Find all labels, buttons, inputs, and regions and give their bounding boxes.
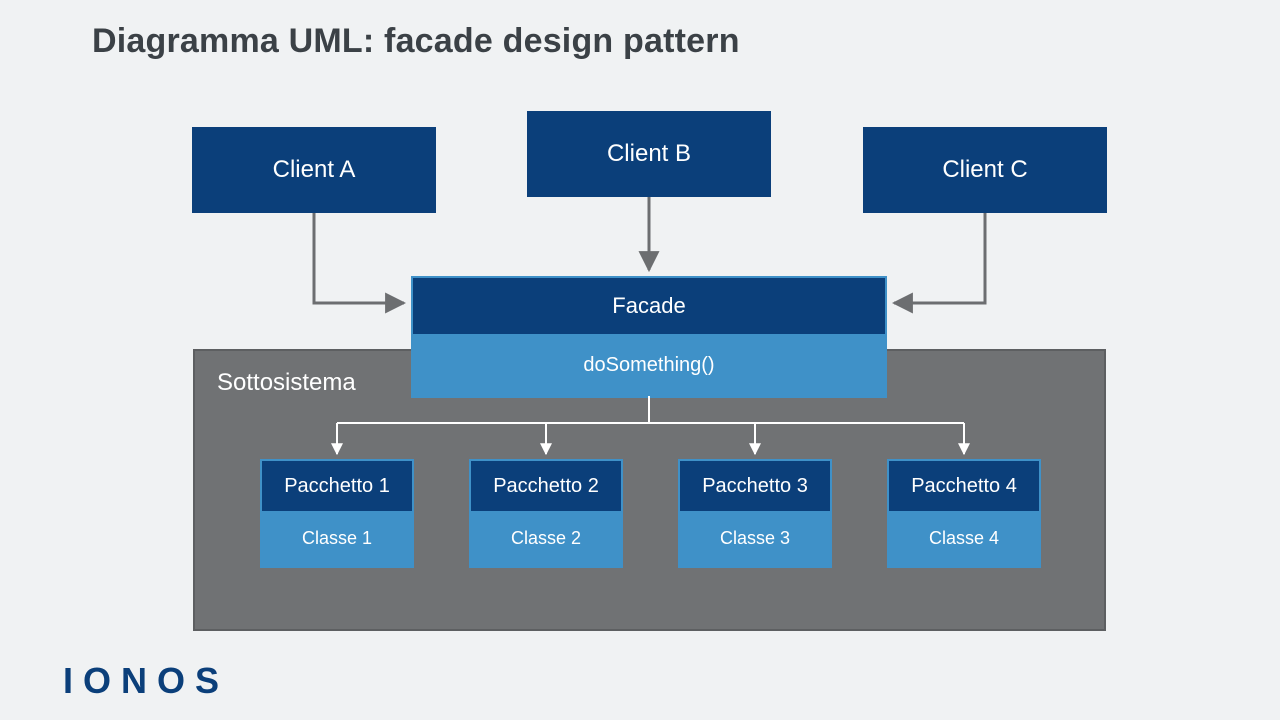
package-2-name: Pacchetto 2 [471, 461, 621, 511]
client-c-box: Client C [863, 127, 1107, 213]
package-3-name: Pacchetto 3 [680, 461, 830, 511]
package-1-box: Pacchetto 1 Classe 1 [260, 459, 414, 568]
facade-box: Facade doSomething() [411, 276, 887, 398]
package-3-box: Pacchetto 3 Classe 3 [678, 459, 832, 568]
package-2-class: Classe 2 [471, 511, 621, 566]
facade-name: Facade [413, 278, 885, 334]
package-4-name: Pacchetto 4 [889, 461, 1039, 511]
package-3-class: Classe 3 [680, 511, 830, 566]
package-1-name: Pacchetto 1 [262, 461, 412, 511]
client-b-box: Client B [527, 111, 771, 197]
package-1-class: Classe 1 [262, 511, 412, 566]
diagram-title: Diagramma UML: facade design pattern [92, 22, 740, 61]
package-4-class: Classe 4 [889, 511, 1039, 566]
package-2-box: Pacchetto 2 Classe 2 [469, 459, 623, 568]
subsystem-label: Sottosistema [217, 369, 356, 397]
facade-method: doSomething() [413, 334, 885, 396]
client-a-box: Client A [192, 127, 436, 213]
ionos-logo: IONOS [63, 660, 229, 702]
package-4-box: Pacchetto 4 Classe 4 [887, 459, 1041, 568]
